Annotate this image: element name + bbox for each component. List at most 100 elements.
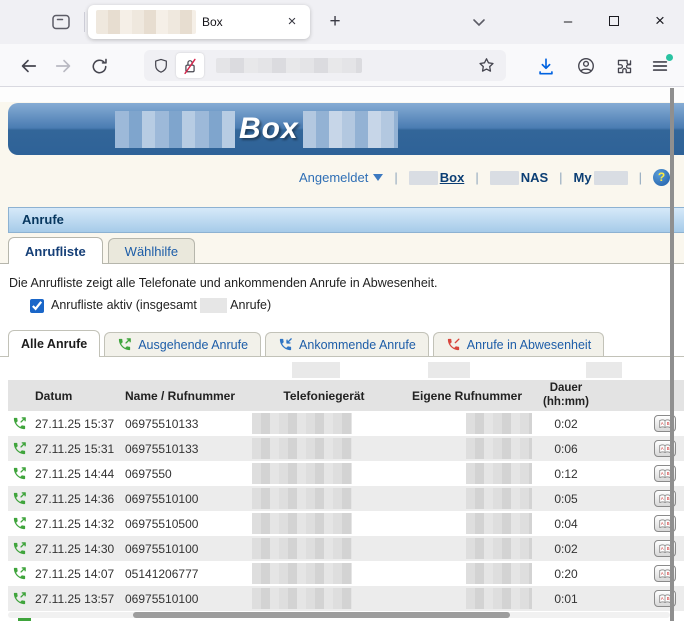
logged-in-menu[interactable]: Angemeldet xyxy=(299,170,383,185)
top-nav: Angemeldet | Box | NAS | My | ? xyxy=(299,169,670,186)
call-table: Datum Name / Rufnummer Telefoniegerät Ei… xyxy=(8,380,684,611)
nav-link-box[interactable]: Box xyxy=(409,170,465,185)
call-row[interactable]: 27.11.25 14:32 06975510500 0:04 A B xyxy=(8,511,684,536)
outgoing-call-icon xyxy=(12,441,27,456)
redacted-block xyxy=(428,362,470,378)
tab-waehlhilfe[interactable]: Wählhilfe xyxy=(108,238,195,263)
redacted-logo-suffix xyxy=(303,111,398,148)
col-header-own-number: Eigene Rufnummer xyxy=(398,389,536,403)
download-icon xyxy=(536,56,556,76)
crossed-lock-icon xyxy=(181,57,199,75)
firefox-view-button[interactable] xyxy=(50,11,74,33)
svg-text:A: A xyxy=(661,496,664,501)
description-text: Die Anrufliste zeigt alle Telefonate und… xyxy=(9,276,438,290)
tab-anrufliste[interactable]: Anrufliste xyxy=(8,237,103,264)
call-duration: 0:20 xyxy=(536,567,596,581)
window-close-button[interactable]: × xyxy=(644,6,676,36)
nav-link-nas-label: NAS xyxy=(521,170,548,185)
url-bar[interactable] xyxy=(144,50,506,81)
redacted-favicon xyxy=(96,10,196,34)
reload-button[interactable] xyxy=(85,52,113,80)
account-icon xyxy=(576,56,596,76)
call-date: 27.11.25 14:32 xyxy=(30,517,120,531)
menu-button[interactable] xyxy=(646,52,674,80)
redacted-call-count xyxy=(200,298,227,313)
new-tab-button[interactable]: + xyxy=(322,9,348,35)
redacted-own-number xyxy=(466,588,532,609)
insecure-connection-indicator[interactable] xyxy=(176,53,204,78)
redacted-device xyxy=(252,463,352,484)
shield-button[interactable] xyxy=(152,57,170,75)
content-panel: Die Anrufliste zeigt alle Telefonate und… xyxy=(0,263,684,621)
redacted-device xyxy=(252,513,352,534)
horizontal-scrollbar[interactable] xyxy=(8,612,670,618)
call-number: 0697550 xyxy=(120,467,250,481)
call-duration: 0:01 xyxy=(536,592,596,606)
call-number: 05141206777 xyxy=(120,567,250,581)
call-number: 06975510133 xyxy=(120,442,250,456)
horizontal-scrollbar-thumb[interactable] xyxy=(133,612,510,618)
nav-link-my[interactable]: My xyxy=(574,170,628,185)
redacted-url xyxy=(216,58,362,73)
outgoing-call-icon xyxy=(117,337,132,352)
call-date: 27.11.25 15:37 xyxy=(30,417,120,431)
call-row[interactable]: 27.11.25 14:30 06975510100 0:02 A B xyxy=(8,536,684,561)
redacted-own-number xyxy=(466,513,532,534)
outgoing-call-icon xyxy=(12,566,27,581)
help-button[interactable]: ? xyxy=(653,169,670,186)
tab-label: Wählhilfe xyxy=(125,244,178,259)
extensions-button[interactable] xyxy=(610,52,638,80)
redacted-nav-suffix xyxy=(594,171,628,185)
call-row[interactable]: 27.11.25 15:37 06975510133 0:02 A B xyxy=(8,411,684,436)
call-row[interactable]: 27.11.25 13:57 06975510100 0:01 A B xyxy=(8,586,684,611)
call-list-active-checkbox[interactable] xyxy=(30,299,44,313)
call-date: 27.11.25 15:31 xyxy=(30,442,120,456)
firefox-view-icon xyxy=(50,11,72,33)
downloads-button[interactable] xyxy=(532,52,560,80)
filter-tab-missed[interactable]: Anrufe in Abwesenheit xyxy=(433,332,604,356)
redacted-logo-prefix xyxy=(115,111,235,148)
outgoing-call-icon xyxy=(12,491,27,506)
call-duration: 0:04 xyxy=(536,517,596,531)
filter-tab-incoming[interactable]: Ankommende Anrufe xyxy=(265,332,429,356)
list-all-tabs-button[interactable] xyxy=(468,10,494,34)
browser-tab[interactable]: Box × xyxy=(88,5,310,39)
call-date: 27.11.25 14:44 xyxy=(30,467,120,481)
redacted-device xyxy=(252,588,352,609)
maximize-button[interactable] xyxy=(598,6,630,36)
call-date: 27.11.25 14:07 xyxy=(30,567,120,581)
col-header-device: Telefoniegerät xyxy=(250,389,398,403)
call-date: 27.11.25 14:30 xyxy=(30,542,120,556)
call-table-body: 27.11.25 15:37 06975510133 0:02 A B 27.1… xyxy=(8,411,684,611)
nav-link-nas[interactable]: NAS xyxy=(490,170,548,185)
filter-tab-all[interactable]: Alle Anrufe xyxy=(8,330,100,357)
back-icon xyxy=(18,56,38,76)
call-row[interactable]: 27.11.25 14:07 05141206777 0:20 A B xyxy=(8,561,684,586)
call-row[interactable]: 27.11.25 14:36 06975510100 0:05 A B xyxy=(8,486,684,511)
tab-separator xyxy=(84,12,85,32)
filter-tab-outgoing[interactable]: Ausgehende Anrufe xyxy=(104,332,261,356)
call-list-active-row[interactable]: Anrufliste aktiv (insgesamt Anrufe) xyxy=(30,298,271,313)
minimize-button[interactable]: – xyxy=(552,6,584,36)
bookmark-button[interactable] xyxy=(474,54,498,78)
call-row[interactable]: 27.11.25 15:31 06975510133 0:06 A B xyxy=(8,436,684,461)
nav-link-my-label: My xyxy=(574,170,592,185)
forward-icon xyxy=(54,56,74,76)
call-number: 06975510100 xyxy=(120,592,250,606)
call-date: 27.11.25 13:57 xyxy=(30,592,120,606)
call-duration: 0:12 xyxy=(536,467,596,481)
call-row[interactable]: 27.11.25 14:44 0697550 0:12 A B xyxy=(8,461,684,486)
section-title-bar: Anrufe xyxy=(8,207,684,233)
browser-toolbar xyxy=(0,44,684,87)
redacted-nav-prefix xyxy=(409,171,438,185)
main-tabs: Anrufliste Wählhilfe xyxy=(8,237,195,264)
outgoing-call-icon xyxy=(12,416,27,431)
redacted-device xyxy=(252,413,352,434)
back-button[interactable] xyxy=(14,52,42,80)
call-table-header: Datum Name / Rufnummer Telefoniegerät Ei… xyxy=(8,380,684,411)
vertical-scrollbar[interactable] xyxy=(670,88,674,621)
forward-button[interactable] xyxy=(50,52,78,80)
nav-divider: | xyxy=(639,170,642,185)
account-button[interactable] xyxy=(572,52,600,80)
tab-close-button[interactable]: × xyxy=(282,12,302,32)
